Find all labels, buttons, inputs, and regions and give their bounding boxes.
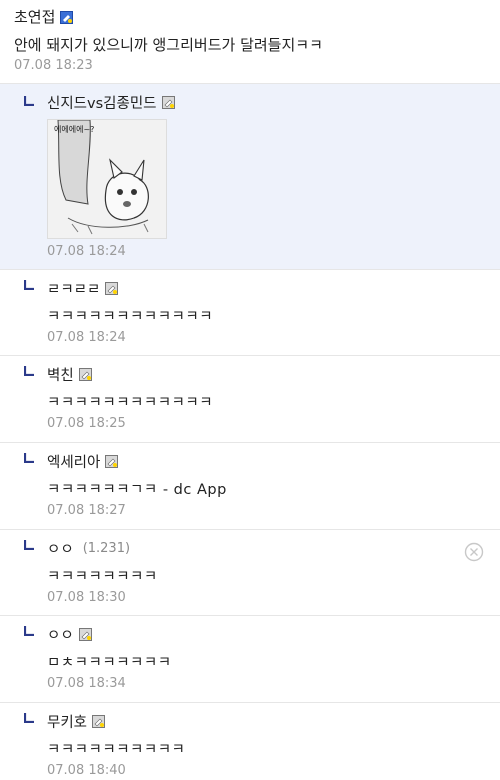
reply-arrow-icon: [24, 366, 34, 376]
reply-nick[interactable]: ㄹㅋㄹㄹ: [47, 278, 119, 299]
reply-arrow-icon: [24, 96, 34, 106]
reply-time: 07.08 18:40: [47, 763, 126, 778]
reply-time: 07.08 18:30: [47, 590, 126, 605]
reply-item: 벽친 ㅋㅋㅋㅋㅋㅋㅋㅋㅋㅋㅋㅋ 07.08 18:25: [0, 356, 500, 443]
reply-arrow-icon: [24, 280, 34, 290]
reply-nick[interactable]: 무키호: [47, 711, 106, 732]
reply-text: ㅁㅊㅋㅋㅋㅋㅋㅋㅋ: [47, 655, 172, 671]
nick-badge-icon: [78, 628, 92, 641]
reply-text: ㅋㅋㅋㅋㅋㅋㅋㅋㅋㅋㅋㅋ: [47, 395, 214, 411]
nick-badge-icon: [105, 282, 119, 295]
root-comment: 초연접 안에 돼지가 있으니까 앵그리버드가 달려들지ㅋㅋ 07.08 18:2…: [0, 0, 500, 84]
reply-text: ㅋㅋㅋㅋㅋㅋㅋㅋ: [47, 569, 158, 585]
root-nick[interactable]: 초연접: [14, 6, 74, 27]
reply-arrow-icon: [24, 540, 34, 550]
reply-text: ㅋㅋㅋㅋㅋㅋㅋㅋㅋㅋ: [47, 742, 186, 758]
reply-nick[interactable]: ㅇㅇ: [47, 624, 92, 645]
nick-badge-icon: [161, 96, 175, 109]
reply-nick-label: ㅇㅇ: [47, 542, 74, 558]
reply-nick-label: ㅇㅇ: [47, 628, 74, 644]
reply-time: 07.08 18:34: [47, 676, 126, 691]
reply-nick[interactable]: 벽친: [47, 364, 92, 385]
reply-arrow-icon: [24, 626, 34, 636]
reply-nick[interactable]: 신지드vs김종민드: [47, 92, 175, 113]
root-comment-time: 07.08 18:23: [14, 58, 93, 73]
reply-nick-label: 엑세리아: [47, 455, 101, 471]
reply-nick[interactable]: ㅇㅇ (1.231): [47, 538, 130, 559]
reply-item: 신지드vs김종민드 에에에에~? 07.08 18:24: [0, 84, 500, 270]
nick-badge-icon: [92, 715, 106, 728]
reply-text: ㅋㅋㅋㅋㅋㅋㅋㅋㅋㅋㅋㅋ: [47, 309, 214, 325]
fixed-nick-icon: [60, 11, 74, 24]
reply-time: 07.08 18:24: [47, 330, 126, 345]
reply-item: ㅇㅇ (1.231) ㅋㅋㅋㅋㅋㅋㅋㅋ 07.08 18:30: [0, 530, 500, 616]
reply-item: 무키호 ㅋㅋㅋㅋㅋㅋㅋㅋㅋㅋ 07.08 18:40: [0, 703, 500, 780]
reply-item: ㄹㅋㄹㄹ ㅋㅋㅋㅋㅋㅋㅋㅋㅋㅋㅋㅋ 07.08 18:24: [0, 270, 500, 356]
reply-time: 07.08 18:27: [47, 503, 126, 518]
nick-badge-icon: [105, 455, 119, 468]
sketch-caption: 에에에에~?: [54, 125, 94, 134]
reply-arrow-icon: [24, 713, 34, 723]
reply-image-thumbnail[interactable]: 에에에에~?: [47, 119, 167, 239]
reply-time: 07.08 18:24: [47, 244, 126, 259]
reply-text: ㅋㅋㅋㅋㅋㅋㄱㅋ - dc App: [47, 482, 227, 498]
reply-item: ㅇㅇ ㅁㅊㅋㅋㅋㅋㅋㅋㅋ 07.08 18:34: [0, 616, 500, 703]
reply-nick-label: ㄹㅋㄹㄹ: [47, 282, 101, 298]
reply-time: 07.08 18:25: [47, 416, 126, 431]
reply-arrow-icon: [24, 453, 34, 463]
reply-nick-label: 무키호: [47, 715, 88, 731]
root-nick-label: 초연접: [14, 8, 56, 26]
reply-nick-label: 벽친: [47, 368, 74, 384]
reply-ip: (1.231): [82, 541, 131, 556]
nick-badge-icon: [78, 368, 92, 381]
delete-comment-icon[interactable]: [464, 542, 484, 562]
reply-item: 엑세리아 ㅋㅋㅋㅋㅋㅋㄱㅋ - dc App 07.08 18:27: [0, 443, 500, 530]
reply-nick[interactable]: 엑세리아: [47, 451, 119, 472]
reply-nick-label: 신지드vs김종민드: [47, 96, 157, 112]
sketch-image: 에에에에~?: [48, 119, 166, 238]
root-comment-text: 안에 돼지가 있으니까 앵그리버드가 달려들지ㅋㅋ: [14, 36, 323, 54]
